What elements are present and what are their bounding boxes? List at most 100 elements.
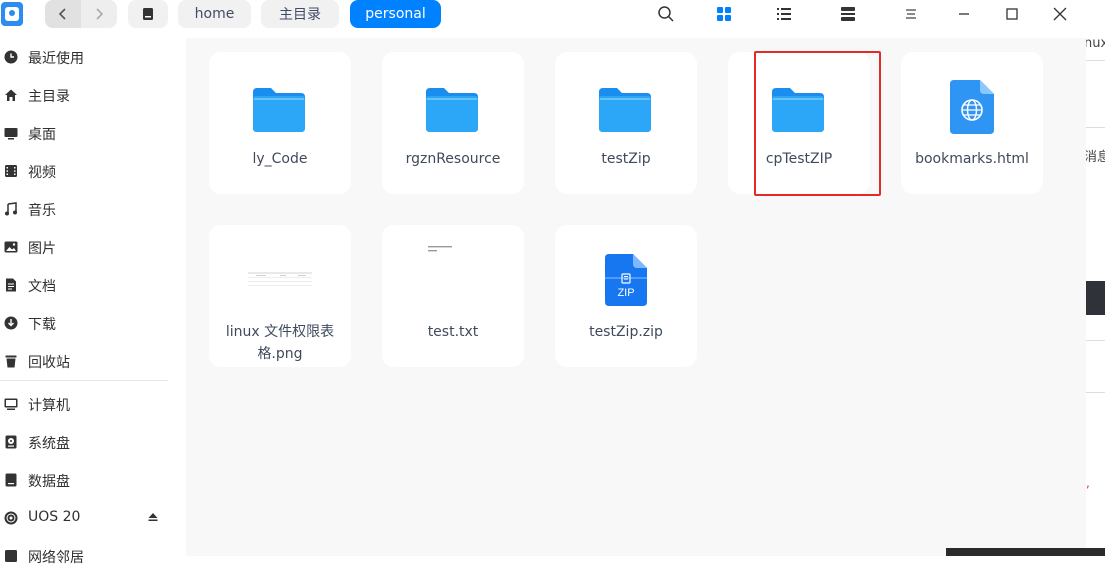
file-item-folder[interactable]: ly_Code xyxy=(209,52,351,194)
clock-icon xyxy=(4,50,18,64)
disc-icon xyxy=(4,511,18,525)
sidebar-item-data-disk[interactable]: 数据盘 xyxy=(0,465,178,495)
sidebar-item-label: 最近使用 xyxy=(28,51,84,67)
dark-bar xyxy=(1086,281,1105,315)
sidebar-item-label: 计算机 xyxy=(28,398,70,414)
divider xyxy=(1086,392,1105,393)
sidebar-item-label: 数据盘 xyxy=(28,474,70,490)
sidebar-item-trash[interactable]: 回收站 xyxy=(0,346,178,376)
background-window-fragment: nux 消息 , xyxy=(1086,0,1105,556)
html-file-icon xyxy=(950,80,994,134)
hamburger-menu-icon xyxy=(906,9,916,19)
sidebar-item-label: 文档 xyxy=(28,279,56,295)
divider xyxy=(1086,127,1105,128)
breadcrumb-root-disk-button[interactable] xyxy=(128,0,168,28)
image-thumbnail xyxy=(248,271,312,287)
search-icon xyxy=(658,6,674,22)
navigation-buttons xyxy=(45,0,117,28)
sidebar-item-label: 图片 xyxy=(28,241,56,257)
chevron-right-icon xyxy=(96,8,104,20)
sidebar-item-videos[interactable]: 视频 xyxy=(0,156,178,186)
file-name: linux 文件权限表格.png xyxy=(225,324,335,362)
file-name: test.txt xyxy=(427,324,479,340)
sidebar-item-label: 下载 xyxy=(28,317,56,333)
desktop-icon xyxy=(4,126,18,140)
folder-icon xyxy=(426,88,478,132)
disk-icon xyxy=(143,8,153,20)
file-name: bookmarks.html xyxy=(915,151,1029,167)
file-manager-window: home 主目录 personal 最近使用 主目录 桌面 视频 音乐 图片 文… xyxy=(0,0,1086,566)
system-disk-icon xyxy=(4,435,18,449)
video-icon xyxy=(4,164,18,178)
data-disk-icon xyxy=(4,473,18,487)
file-item-html[interactable]: bookmarks.html xyxy=(901,52,1043,194)
sidebar-item-uos20[interactable]: UOS 20 xyxy=(0,503,178,533)
divider xyxy=(1086,60,1105,61)
picture-icon xyxy=(4,240,18,254)
text-file-thumbnail xyxy=(428,246,452,252)
divider xyxy=(1086,340,1105,341)
sidebar-item-label: 桌面 xyxy=(28,127,56,143)
file-name: testZip xyxy=(601,151,651,167)
sidebar-item-music[interactable]: 音乐 xyxy=(0,194,178,224)
icon-view-button[interactable] xyxy=(711,2,737,26)
zip-badge-label: ZIP xyxy=(617,287,635,299)
maximize-icon xyxy=(1006,8,1018,20)
sidebar-item-label: 音乐 xyxy=(28,203,56,219)
detail-view-icon xyxy=(841,7,855,21)
file-item-image[interactable]: linux 文件权限表格.png xyxy=(209,225,351,367)
close-button[interactable] xyxy=(1047,2,1073,26)
network-icon xyxy=(4,549,18,563)
breadcrumb-home[interactable]: home xyxy=(178,0,251,28)
sidebar-item-label: 视频 xyxy=(28,165,56,181)
download-icon xyxy=(4,316,18,330)
detail-panel-button[interactable] xyxy=(835,2,861,26)
breadcrumb-main-directory[interactable]: 主目录 xyxy=(261,0,339,28)
list-view-button[interactable] xyxy=(771,2,797,26)
file-item-folder[interactable]: testZip xyxy=(555,52,697,194)
sidebar-item-network[interactable]: 网络邻居 xyxy=(0,541,178,571)
file-item-zip[interactable]: ZIP testZip.zip xyxy=(555,225,697,367)
file-name: testZip.zip xyxy=(589,324,663,340)
main-menu-button[interactable] xyxy=(898,2,924,26)
home-icon xyxy=(4,88,18,102)
background-window-text: 消息 xyxy=(1086,150,1105,165)
title-bar: home 主目录 personal xyxy=(0,0,1086,38)
taskbar-strip xyxy=(946,548,1105,556)
sidebar-item-recent[interactable]: 最近使用 xyxy=(0,42,178,72)
file-item-folder[interactable]: rgznResource xyxy=(382,52,524,194)
sidebar-item-desktop[interactable]: 桌面 xyxy=(0,118,178,148)
sidebar-item-pictures[interactable]: 图片 xyxy=(0,232,178,262)
maximize-button[interactable] xyxy=(999,2,1025,26)
file-item-text[interactable]: test.txt xyxy=(382,225,524,367)
eject-icon[interactable] xyxy=(147,511,159,523)
back-button[interactable] xyxy=(45,0,81,28)
minimize-icon xyxy=(959,13,969,15)
search-button[interactable] xyxy=(653,2,679,26)
forward-button[interactable] xyxy=(81,0,117,28)
sidebar-item-label: 主目录 xyxy=(28,89,70,105)
computer-icon xyxy=(4,397,18,411)
file-grid: ly_Code rgznResource testZip cpTestZIP b… xyxy=(186,38,1086,556)
music-icon xyxy=(4,202,18,216)
file-name: rgznResource xyxy=(405,151,501,167)
breadcrumb-personal[interactable]: personal xyxy=(350,0,441,28)
selection-highlight-box xyxy=(754,51,881,196)
sidebar-item-system-disk[interactable]: 系统盘 xyxy=(0,427,178,457)
sidebar-item-label: 系统盘 xyxy=(28,436,70,452)
trash-icon xyxy=(4,354,18,368)
background-window-text: nux xyxy=(1086,36,1105,51)
minimize-button[interactable] xyxy=(951,2,977,26)
sidebar: 最近使用 主目录 桌面 视频 音乐 图片 文档 下载 回收站 计算机 系统盘 数… xyxy=(0,38,186,566)
sidebar-item-documents[interactable]: 文档 xyxy=(0,270,178,300)
folder-icon xyxy=(253,88,305,132)
sidebar-item-downloads[interactable]: 下载 xyxy=(0,308,178,338)
list-view-icon xyxy=(777,8,791,20)
file-manager-logo-icon[interactable] xyxy=(1,2,23,26)
sidebar-item-computer[interactable]: 计算机 xyxy=(0,389,178,419)
grid-view-icon xyxy=(717,7,731,21)
sidebar-item-label: UOS 20 xyxy=(28,509,81,525)
sidebar-item-label: 回收站 xyxy=(28,355,70,371)
sidebar-item-home[interactable]: 主目录 xyxy=(0,80,178,110)
sidebar-divider xyxy=(0,380,168,381)
